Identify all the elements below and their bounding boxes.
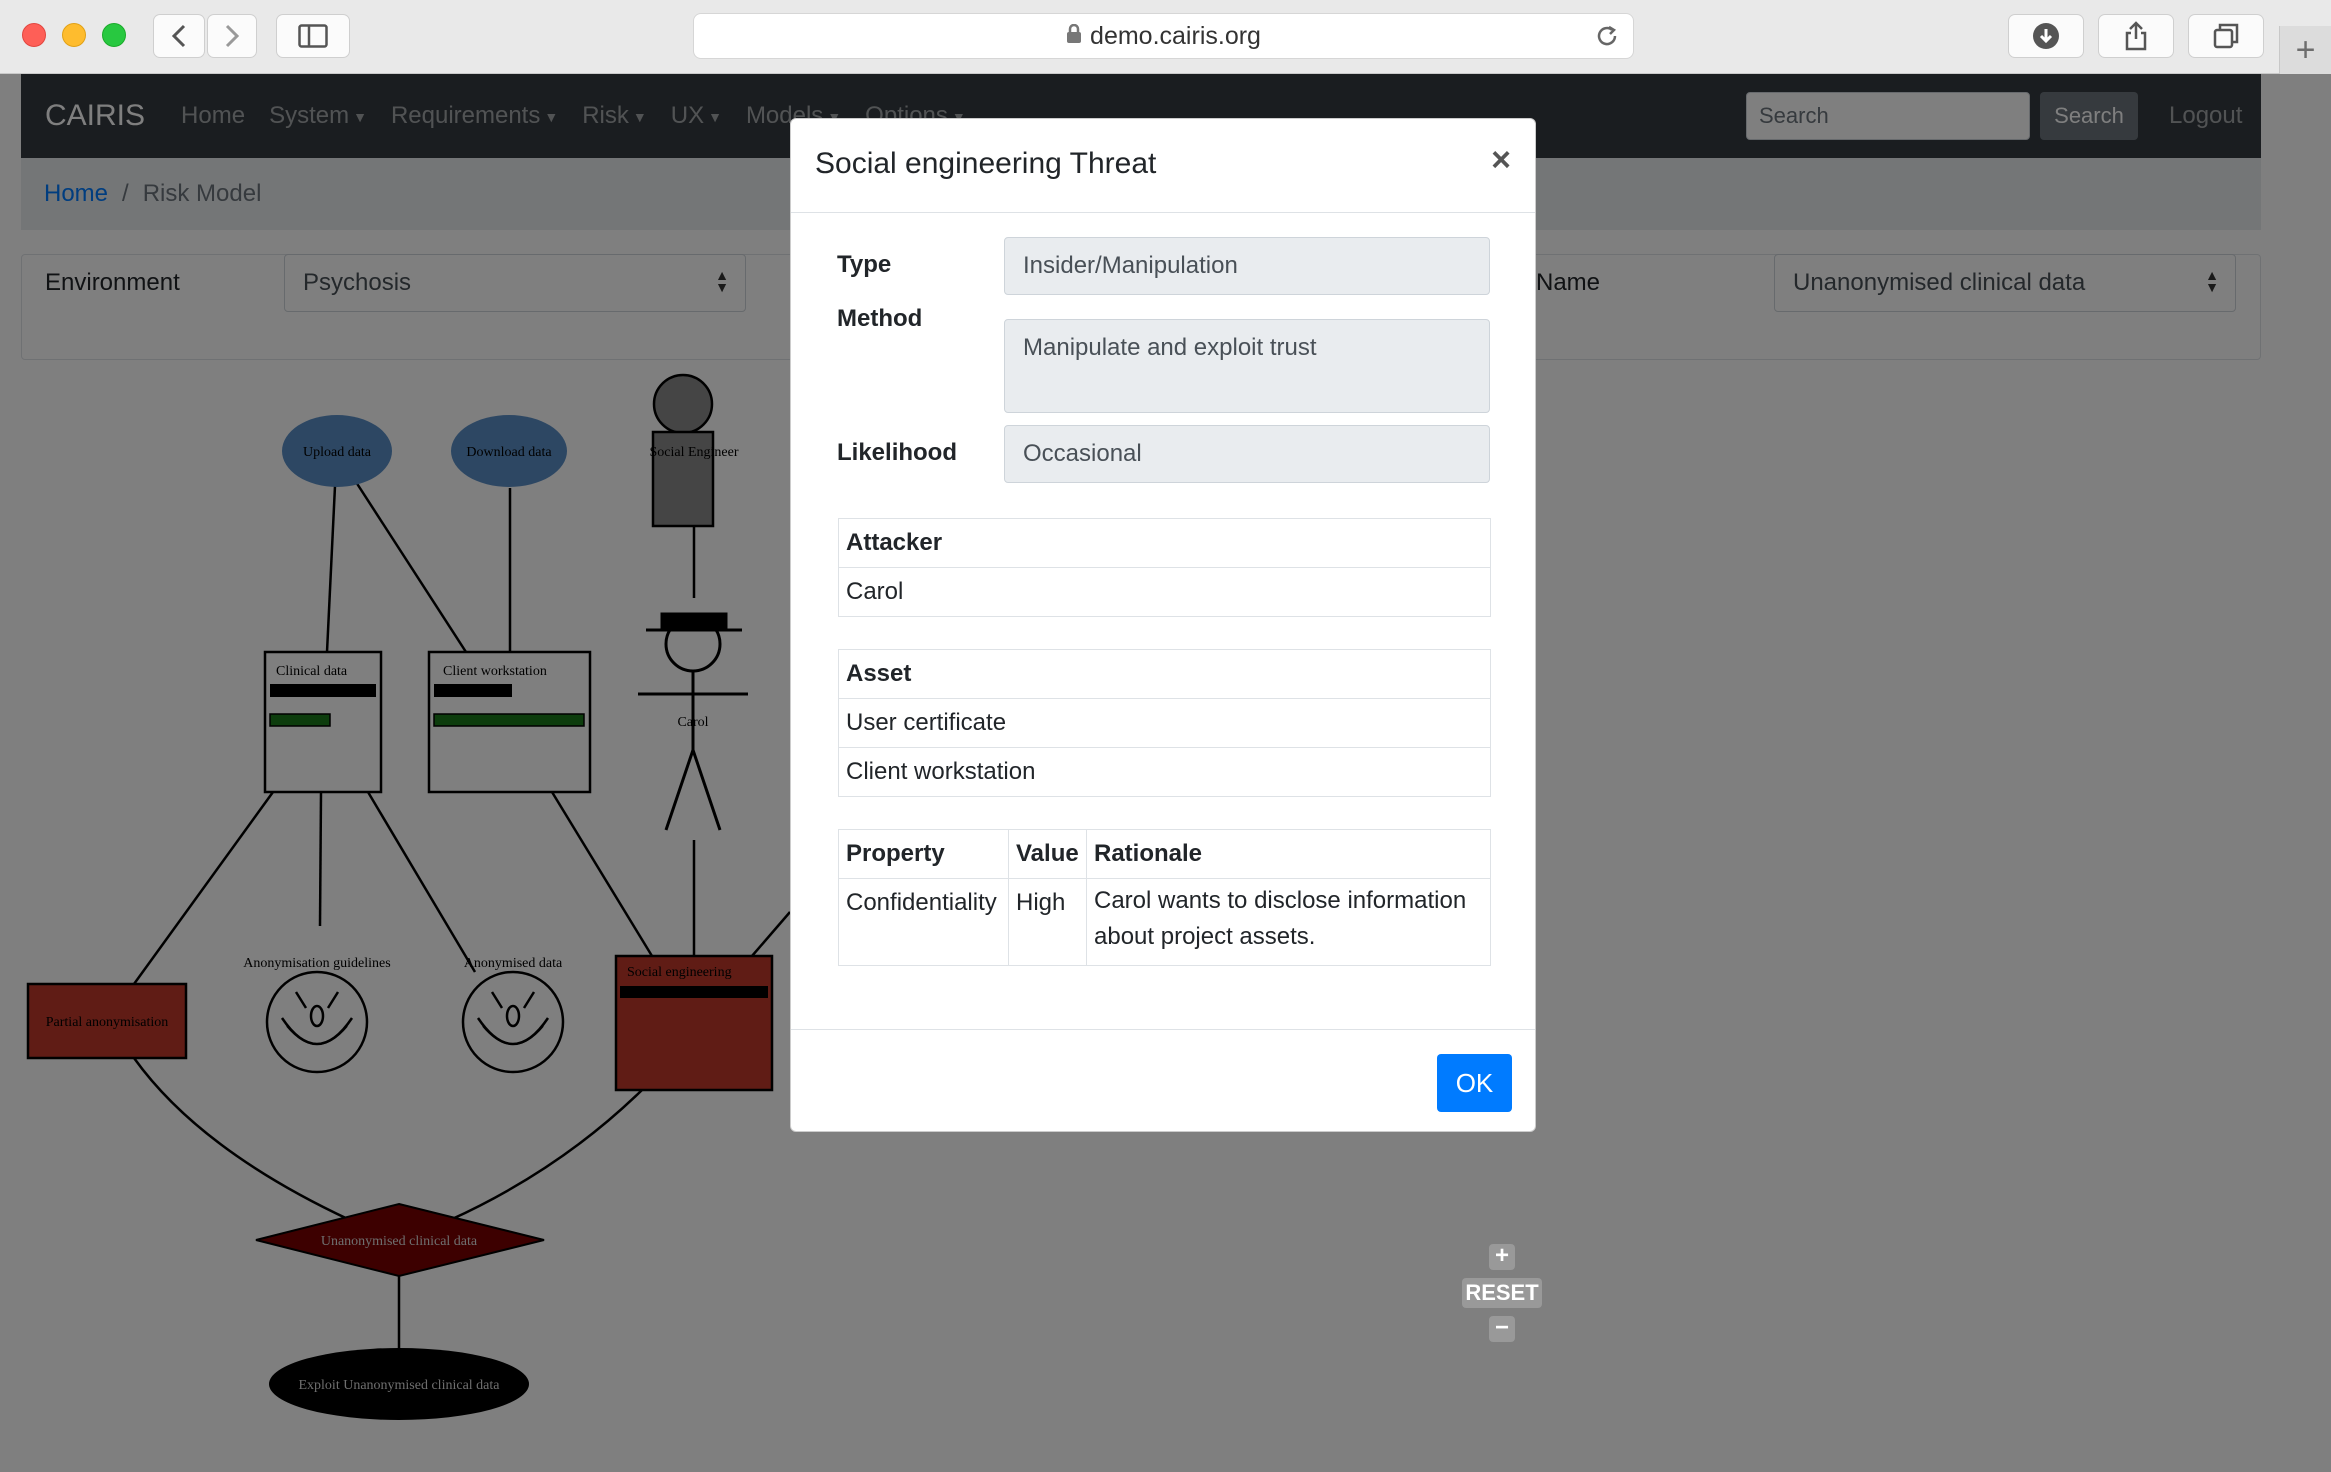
asset-header: Asset xyxy=(838,649,1491,699)
chevron-left-icon xyxy=(171,24,186,48)
sidebar-icon xyxy=(298,24,328,48)
tabs-overview-button[interactable] xyxy=(2188,14,2264,58)
address-bar[interactable]: demo.cairis.org xyxy=(693,13,1634,59)
url-text: demo.cairis.org xyxy=(1090,21,1261,50)
zoom-controls: + RESET − xyxy=(1462,1244,1542,1342)
likelihood-field[interactable]: Occasional xyxy=(1004,425,1490,483)
type-field[interactable]: Insider/Manipulation xyxy=(1004,237,1490,295)
type-label: Type xyxy=(837,251,892,278)
value-cell: High xyxy=(1008,878,1087,966)
rationale-cell: Carol wants to disclose information abou… xyxy=(1086,878,1491,966)
modal-body: Type Insider/Manipulation Method Manipul… xyxy=(791,213,1535,1029)
zoom-reset-button[interactable]: RESET xyxy=(1462,1278,1542,1308)
downloads-button[interactable] xyxy=(2008,14,2084,58)
modal-header: Social engineering Threat × xyxy=(791,119,1535,213)
asset-cell: Client workstation xyxy=(838,747,1491,797)
reload-icon[interactable] xyxy=(1595,24,1619,55)
zoom-out-button[interactable]: − xyxy=(1489,1316,1515,1342)
property-table: Property Value Rationale Confidentiality… xyxy=(838,829,1491,966)
back-button[interactable] xyxy=(153,14,205,58)
lock-icon xyxy=(1066,22,1082,51)
table-row[interactable]: Client workstation xyxy=(838,747,1491,797)
modal-footer: OK xyxy=(791,1029,1535,1131)
rationale-header: Rationale xyxy=(1086,829,1491,879)
threat-modal: Social engineering Threat × Type Insider… xyxy=(790,118,1536,1132)
asset-table: Asset User certificate Client workstatio… xyxy=(838,649,1491,797)
property-header: Property xyxy=(838,829,1009,879)
attacker-header: Attacker xyxy=(838,518,1491,568)
download-icon xyxy=(2033,23,2059,49)
value-header: Value xyxy=(1008,829,1087,879)
property-cell: Confidentiality xyxy=(838,878,1009,966)
ok-button[interactable]: OK xyxy=(1437,1054,1512,1112)
likelihood-label: Likelihood xyxy=(837,439,957,466)
chevron-right-icon xyxy=(225,24,240,48)
share-icon xyxy=(2125,21,2147,51)
method-label: Method xyxy=(837,305,923,332)
plus-icon: + xyxy=(2295,30,2316,69)
asset-cell: User certificate xyxy=(838,698,1491,748)
method-field[interactable]: Manipulate and exploit trust xyxy=(1004,319,1490,413)
attacker-table: Attacker Carol xyxy=(838,518,1491,617)
attacker-cell: Carol xyxy=(838,567,1491,617)
zoom-in-button[interactable]: + xyxy=(1489,1244,1515,1270)
forward-button[interactable] xyxy=(207,14,257,58)
minimize-window-button[interactable] xyxy=(62,23,86,47)
close-window-button[interactable] xyxy=(22,23,46,47)
new-tab-button[interactable]: + xyxy=(2279,26,2331,74)
browser-toolbar: demo.cairis.org + xyxy=(0,0,2331,74)
modal-title: Social engineering Threat xyxy=(815,147,1157,180)
share-button[interactable] xyxy=(2098,14,2174,58)
sidebar-toggle-button[interactable] xyxy=(276,14,350,58)
table-row[interactable]: Carol xyxy=(838,567,1491,617)
table-row[interactable]: User certificate xyxy=(838,698,1491,748)
tabs-icon xyxy=(2213,23,2239,49)
close-icon[interactable]: × xyxy=(1491,143,1511,177)
table-row[interactable]: Confidentiality High Carol wants to disc… xyxy=(838,878,1491,966)
zoom-window-button[interactable] xyxy=(102,23,126,47)
